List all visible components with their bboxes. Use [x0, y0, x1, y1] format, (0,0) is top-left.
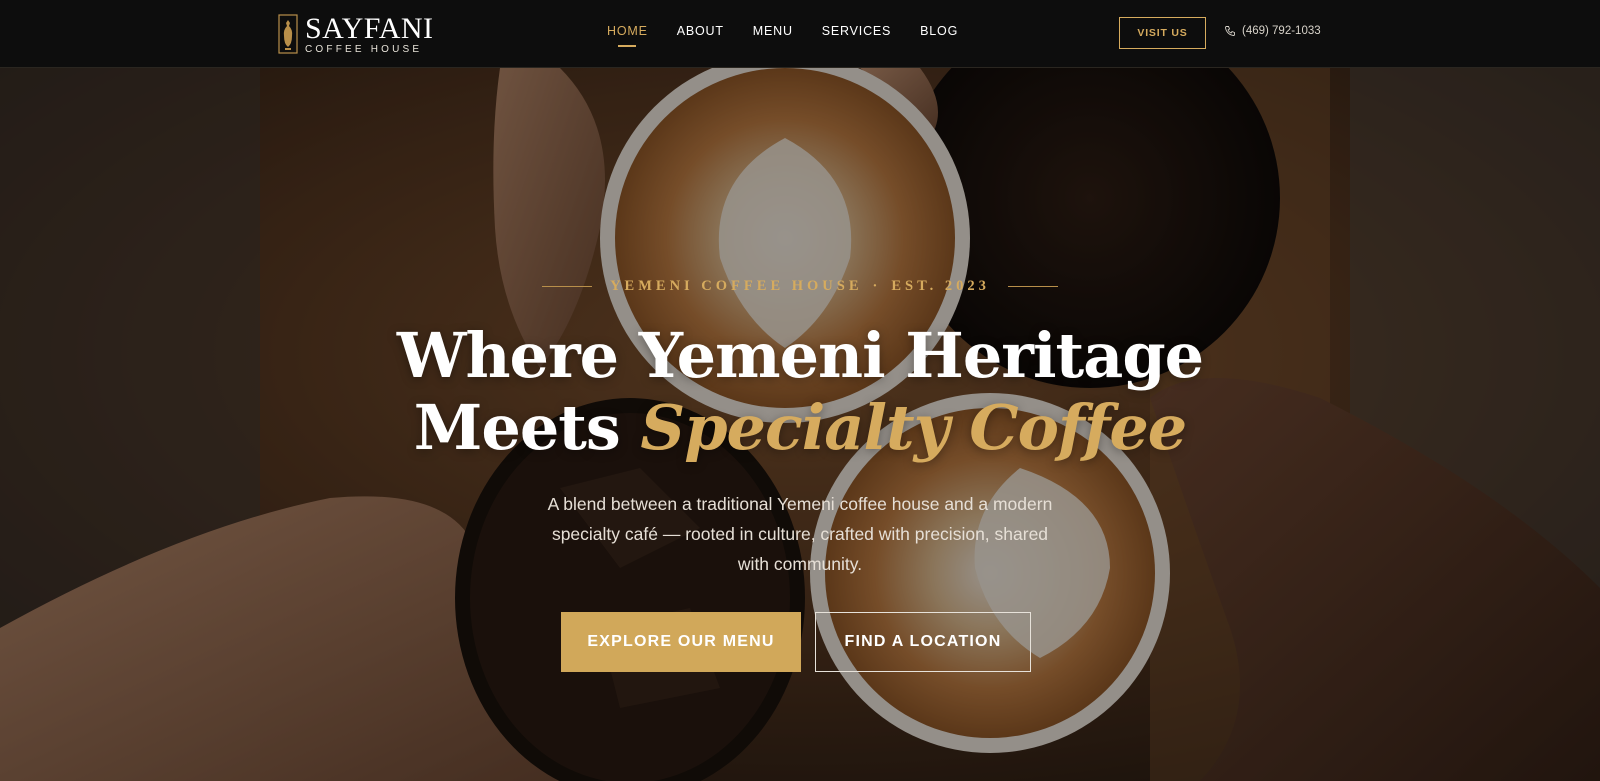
coffee-pot-icon	[278, 14, 298, 54]
hero-eyebrow: YEMENI COFFEE HOUSE · EST. 2023	[0, 278, 1600, 295]
main-menu: HOME ABOUT MENU SERVICES BLOG	[607, 24, 987, 38]
headline-line-1: Where Yemeni Heritage	[396, 319, 1204, 392]
nav-item-blog[interactable]: BLOG	[920, 24, 958, 38]
hero-section: YEMENI COFFEE HOUSE · EST. 2023 Where Yeme…	[0, 68, 1600, 781]
eyebrow-separator: ·	[872, 278, 882, 294]
headline-accent: Specialty Coffee	[640, 391, 1187, 464]
explore-menu-button[interactable]: EXPLORE OUR MENU	[561, 612, 801, 672]
nav-item-about[interactable]: ABOUT	[677, 24, 724, 38]
nav-item-services[interactable]: SERVICES	[822, 24, 891, 38]
eyebrow-right: EST. 2023	[891, 278, 990, 294]
eyebrow-line-right	[1007, 286, 1058, 287]
eyebrow-line-left	[542, 286, 593, 287]
find-location-button[interactable]: FIND A LOCATION	[815, 612, 1031, 672]
eyebrow-text: YEMENI COFFEE HOUSE · EST. 2023	[610, 278, 990, 295]
headline-line-2-plain: Meets	[413, 391, 641, 464]
phone-icon	[1225, 26, 1235, 36]
nav-item-home[interactable]: HOME	[607, 24, 648, 38]
brand-name: SAYFANI	[305, 11, 434, 45]
brand-logo[interactable]: SAYFANI COFFEE HOUSE	[277, 11, 434, 55]
nav-item-menu[interactable]: MENU	[753, 24, 793, 38]
brand-subtitle: COFFEE HOUSE	[305, 43, 423, 55]
hero-headline: Where Yemeni Heritage Meets Specialty Co…	[0, 320, 1600, 464]
hero-description: A blend between a traditional Yemeni cof…	[547, 494, 1053, 574]
visit-us-button[interactable]: VISIT US	[1119, 17, 1206, 49]
phone-link[interactable]: (469) 792-1033	[1224, 25, 1321, 37]
eyebrow-left: YEMENI COFFEE HOUSE	[610, 278, 863, 294]
top-navigation: SAYFANI COFFEE HOUSE HOME ABOUT MENU SER…	[0, 0, 1600, 68]
phone-number: (469) 792-1033	[1242, 25, 1321, 37]
